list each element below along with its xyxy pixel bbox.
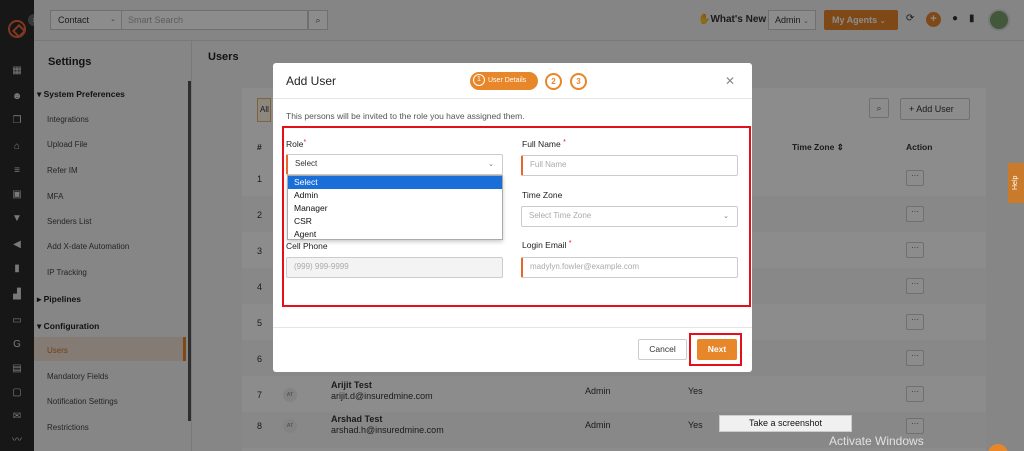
- role-option-select[interactable]: Select: [288, 176, 502, 189]
- modal-title: Add User: [286, 74, 337, 88]
- next-button[interactable]: Next: [697, 339, 737, 360]
- role-option-manager[interactable]: Manager: [288, 202, 502, 215]
- modal-description: This persons will be invited to the role…: [286, 111, 525, 121]
- step-number: 1: [473, 74, 485, 87]
- role-select[interactable]: Select ⌄: [286, 154, 503, 175]
- time-zone-placeholder: Select Time Zone: [529, 211, 592, 220]
- full-name-input[interactable]: Full Name: [521, 155, 738, 176]
- chevron-down-icon: ⌄: [488, 161, 494, 168]
- cancel-button[interactable]: Cancel: [638, 339, 687, 360]
- step-user-details[interactable]: 1 User Details: [470, 72, 538, 90]
- help-tab[interactable]: Help: [1008, 163, 1024, 203]
- cell-phone-label: Cell Phone: [286, 241, 328, 251]
- role-label: Role*: [286, 139, 306, 149]
- full-name-label-text: Full Name: [522, 139, 561, 149]
- activate-windows-watermark: Activate Windows: [829, 434, 924, 448]
- close-icon[interactable]: ✕: [725, 74, 735, 88]
- login-email-label: Login Email *: [522, 240, 572, 250]
- required-marker: *: [303, 139, 307, 146]
- chevron-down-icon: ⌄: [723, 213, 729, 220]
- add-user-modal: Add User 1 User Details 2 3 ✕ This person…: [273, 63, 752, 372]
- role-option-admin[interactable]: Admin: [288, 189, 502, 202]
- divider: [273, 327, 752, 328]
- time-zone-label: Time Zone: [522, 190, 563, 200]
- cell-phone-input[interactable]: (999) 999-9999: [286, 257, 503, 278]
- divider: [273, 98, 752, 99]
- role-label-text: Role: [286, 139, 304, 149]
- login-email-input[interactable]: madylyn.fowler@example.com: [521, 257, 738, 278]
- time-zone-select[interactable]: Select Time Zone ⌄: [521, 206, 738, 227]
- full-name-label: Full Name *: [522, 139, 566, 149]
- step-label: User Details: [488, 77, 527, 84]
- role-option-agent[interactable]: Agent: [288, 228, 502, 241]
- step-2[interactable]: 2: [545, 73, 562, 90]
- role-select-value: Select: [295, 159, 318, 168]
- required-marker: *: [563, 139, 566, 146]
- role-option-csr[interactable]: CSR: [288, 215, 502, 228]
- screenshot-tooltip[interactable]: Take a screenshot: [719, 415, 852, 432]
- login-email-label-text: Login Email: [522, 240, 567, 250]
- role-dropdown-list: Select Admin Manager CSR Agent: [287, 175, 503, 240]
- step-3[interactable]: 3: [570, 73, 587, 90]
- required-marker: *: [568, 240, 572, 247]
